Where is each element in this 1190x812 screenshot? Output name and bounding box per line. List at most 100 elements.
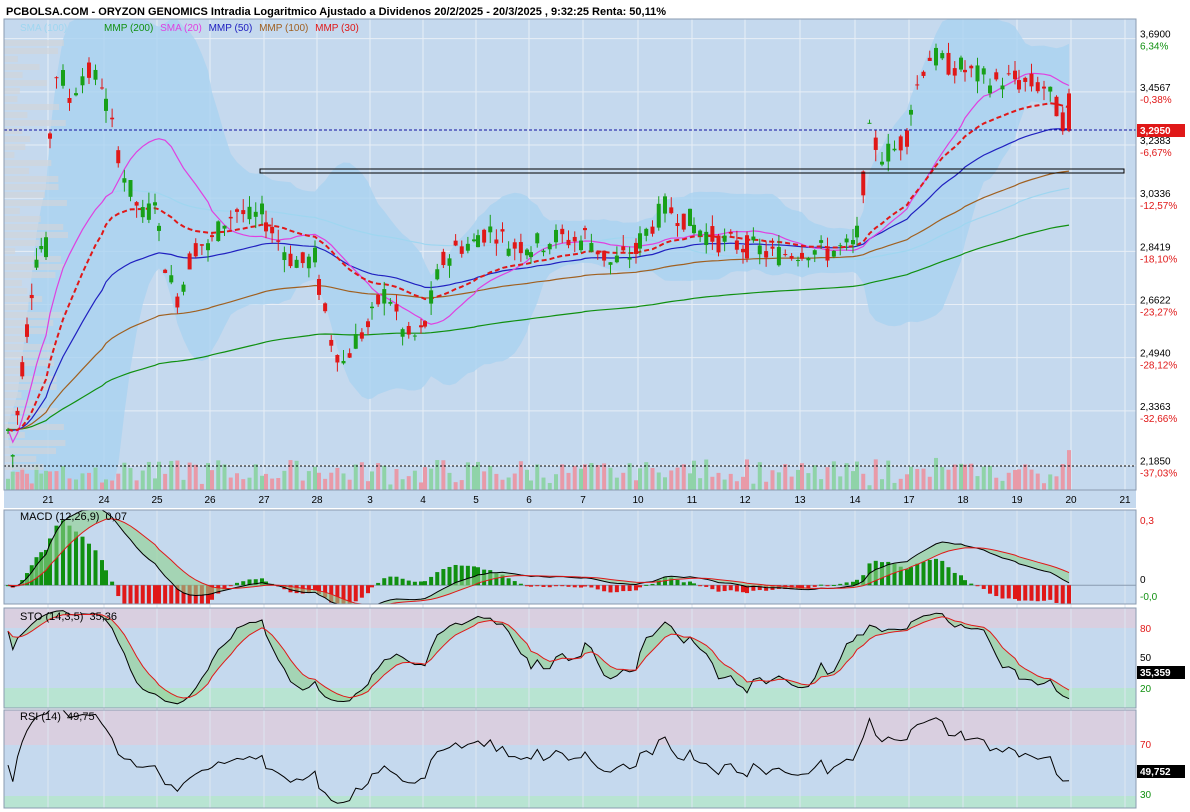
- candle-body: [975, 65, 980, 82]
- volume-bar: [329, 472, 334, 490]
- date-tick-label: 21: [42, 495, 54, 506]
- candle-body: [627, 257, 632, 260]
- macd-histogram-bar: [512, 581, 517, 586]
- candle-body: [698, 230, 703, 236]
- volume-profile-bar: [4, 256, 62, 262]
- candle-body: [541, 250, 546, 253]
- volume-bar: [270, 478, 275, 490]
- volume-bar: [163, 473, 168, 490]
- candle-body: [39, 245, 44, 250]
- candle-body: [704, 231, 709, 246]
- volume-bar: [934, 457, 938, 490]
- volume-bar: [1054, 476, 1059, 490]
- candle-body: [423, 321, 427, 327]
- candle-body: [435, 269, 440, 280]
- macd-histogram-bar: [716, 585, 721, 592]
- macd-histogram-bar: [1013, 585, 1017, 600]
- candle-body: [934, 47, 938, 66]
- volume-bar: [535, 464, 540, 490]
- candle-body: [566, 239, 571, 246]
- candle-body: [235, 209, 239, 212]
- volume-profile-bar: [4, 392, 22, 398]
- candle-body: [80, 76, 85, 86]
- volume-bar: [169, 460, 174, 490]
- price-tick-label: 2,1850: [1140, 456, 1171, 467]
- candle-body: [688, 208, 692, 226]
- price-tick-label: 3,0336: [1140, 189, 1171, 200]
- macd-histogram-bar: [921, 561, 926, 586]
- volume-bar: [927, 476, 932, 490]
- volume-profile-bar: [4, 344, 57, 350]
- date-tick-label: 14: [849, 495, 861, 506]
- macd-histogram-bar: [644, 584, 649, 586]
- current-price-label: 3,2950: [1140, 126, 1171, 137]
- macd-histogram-bar: [400, 578, 405, 586]
- macd-histogram-bar: [1000, 585, 1005, 599]
- macd-histogram-bar: [698, 585, 703, 587]
- candle-body: [429, 290, 434, 304]
- volume-bar: [704, 459, 709, 490]
- volume-bar: [187, 462, 192, 490]
- candle-body: [359, 332, 364, 339]
- macd-histogram-bar: [704, 585, 709, 587]
- volume-bar: [382, 465, 387, 490]
- volume-bar: [134, 480, 139, 490]
- macd-tick-top: 0,3: [1140, 516, 1154, 527]
- macd-histogram-bar: [634, 585, 638, 591]
- macd-histogram-bar: [675, 579, 680, 586]
- date-tick-label: 4: [420, 495, 426, 506]
- candle-body: [650, 226, 655, 234]
- volume-profile-bar: [4, 120, 66, 126]
- date-tick-label: 12: [739, 495, 751, 506]
- candle-body: [459, 246, 464, 254]
- candle-body: [140, 207, 145, 218]
- candle-body: [608, 262, 613, 265]
- volume-bar: [500, 479, 505, 490]
- candle-body: [323, 303, 328, 312]
- macd-histogram-bar: [981, 585, 986, 589]
- candle-body: [419, 325, 423, 328]
- candle-body: [34, 259, 39, 268]
- volume-bar: [67, 478, 72, 490]
- volume-bar: [915, 468, 920, 490]
- macd-histogram-bar: [963, 580, 967, 586]
- price-tick-label: 3,4567: [1140, 83, 1171, 94]
- macd-histogram-bar: [728, 585, 733, 591]
- candle-body: [163, 269, 168, 273]
- volume-profile-bar: [4, 200, 67, 206]
- candle-body: [722, 235, 727, 242]
- volume-bar: [981, 466, 986, 490]
- candle-body: [382, 289, 387, 304]
- volume-bar: [253, 464, 258, 490]
- macd-histogram-bar: [87, 543, 91, 586]
- volume-profile-bar: [4, 216, 41, 222]
- macd-histogram-bar: [419, 581, 423, 586]
- macd-histogram-bar: [447, 566, 452, 586]
- volume-bar: [886, 460, 891, 490]
- volume-bar: [1000, 480, 1005, 490]
- volume-bar: [554, 474, 558, 490]
- candle-body: [751, 236, 756, 241]
- candle-body: [300, 252, 305, 264]
- volume-bar: [776, 472, 781, 490]
- volume-profile-bar: [4, 416, 29, 422]
- candle-body: [329, 339, 334, 346]
- candle-body: [634, 242, 638, 254]
- volume-bar: [608, 467, 613, 490]
- sto-tick-20: 20: [1140, 684, 1152, 695]
- candle-body: [867, 122, 872, 124]
- macd-tick-bottom: -0,0: [1140, 592, 1158, 603]
- candle-body: [104, 98, 108, 111]
- volume-bar: [560, 464, 565, 490]
- volume-bar: [175, 460, 180, 490]
- volume-bar: [838, 476, 843, 490]
- macd-histogram-bar: [370, 585, 374, 588]
- volume-bar: [547, 482, 552, 490]
- candle-body: [306, 256, 311, 269]
- macd-histogram-bar: [969, 583, 974, 586]
- rsi-oversold-zone: [4, 796, 1136, 808]
- volume-bar: [74, 479, 78, 490]
- volume-bar: [48, 471, 52, 490]
- price-tick-label: 2,6622: [1140, 296, 1171, 307]
- volume-profile-bar: [4, 144, 26, 150]
